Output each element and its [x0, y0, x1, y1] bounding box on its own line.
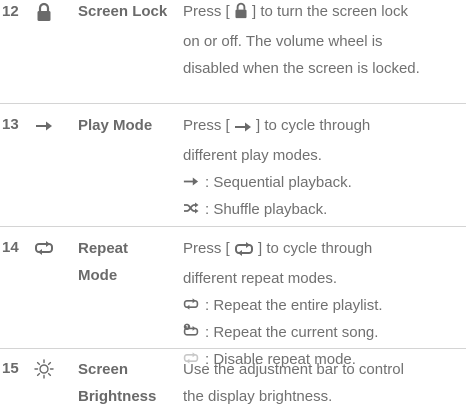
desc-text: different play modes. — [183, 147, 322, 164]
desc-text: Press [ — [183, 117, 234, 134]
desc-text: different repeat modes. — [183, 270, 337, 287]
row-description: Use the adjustment bar to control the di… — [183, 356, 466, 410]
sequential-icon — [183, 176, 205, 187]
name-line: Mode — [78, 267, 118, 284]
desc-text: ] to turn the screen lock — [247, 3, 408, 20]
desc-text: ] to cycle through — [251, 117, 371, 134]
row-play-mode: 13 Play Mode Press [ ] to cycle through … — [0, 104, 466, 227]
desc-text: the display brightness. — [183, 388, 333, 405]
desc-text: Press [ — [183, 240, 234, 257]
row-name: Play Mode — [78, 117, 153, 134]
desc-text: ] to cycle through — [253, 240, 373, 257]
row-number: 15 — [2, 360, 19, 377]
desc-text: on or off. The volume wheel is — [183, 33, 383, 50]
right-arrow-icon — [32, 115, 56, 137]
row-number: 13 — [2, 116, 19, 133]
row-number: 14 — [2, 239, 19, 256]
row-name: Screen Brightness — [78, 356, 156, 410]
row-description: Press [ ] to cycle through different pla… — [183, 112, 466, 223]
desc-text: : Repeat the entire playlist. — [205, 297, 383, 314]
desc-text: Press [ — [183, 3, 234, 20]
row-description: Press [ ] to turn the screen lock on or … — [183, 0, 466, 82]
lock-icon — [32, 1, 56, 23]
name-line: Repeat — [78, 240, 129, 257]
desc-text: : Shuffle playback. — [205, 201, 328, 218]
row-name: Screen Lock — [78, 3, 168, 20]
row-repeat-mode: 14 Repeat Mode Press [ ] to cycle throug… — [0, 227, 466, 368]
name-line: Brightness — [78, 388, 157, 405]
row-number: 12 — [2, 3, 19, 20]
repeat-icon — [234, 238, 254, 265]
desc-text: disabled when the screen is locked. — [183, 60, 420, 77]
desc-text: : Repeat the current song. — [205, 324, 379, 341]
lock-icon — [234, 1, 248, 28]
row-name: Repeat Mode — [78, 235, 128, 289]
row-screen-brightness: 15 Screen Brightness Use the adjustment … — [0, 349, 466, 405]
desc-text: Use the adjustment bar to control — [183, 361, 404, 378]
repeat-all-icon — [183, 298, 205, 310]
desc-text: : Sequential playback. — [205, 174, 352, 191]
name-line: Screen — [78, 361, 129, 378]
row-screen-lock: 12 Screen Lock Press [ ] to turn the scr… — [0, 0, 466, 104]
repeat-one-icon: 1 — [183, 323, 205, 337]
right-arrow-icon — [234, 115, 252, 142]
repeat-icon — [32, 237, 56, 259]
brightness-icon — [32, 358, 56, 380]
shuffle-icon — [183, 202, 205, 214]
